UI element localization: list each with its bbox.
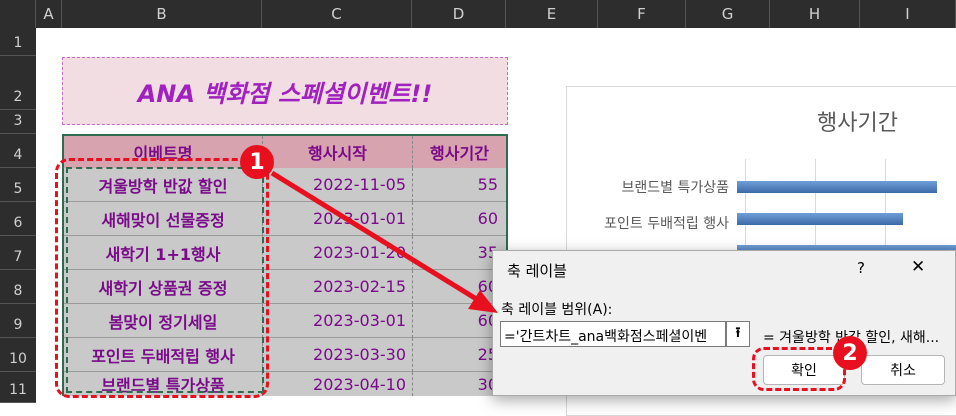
step-1-label: 1 <box>249 149 265 175</box>
annotation-arrow <box>270 170 498 313</box>
step-2-badge: 2 <box>833 336 867 370</box>
step-1-badge: 1 <box>240 145 274 179</box>
step-2-label: 2 <box>842 340 858 366</box>
